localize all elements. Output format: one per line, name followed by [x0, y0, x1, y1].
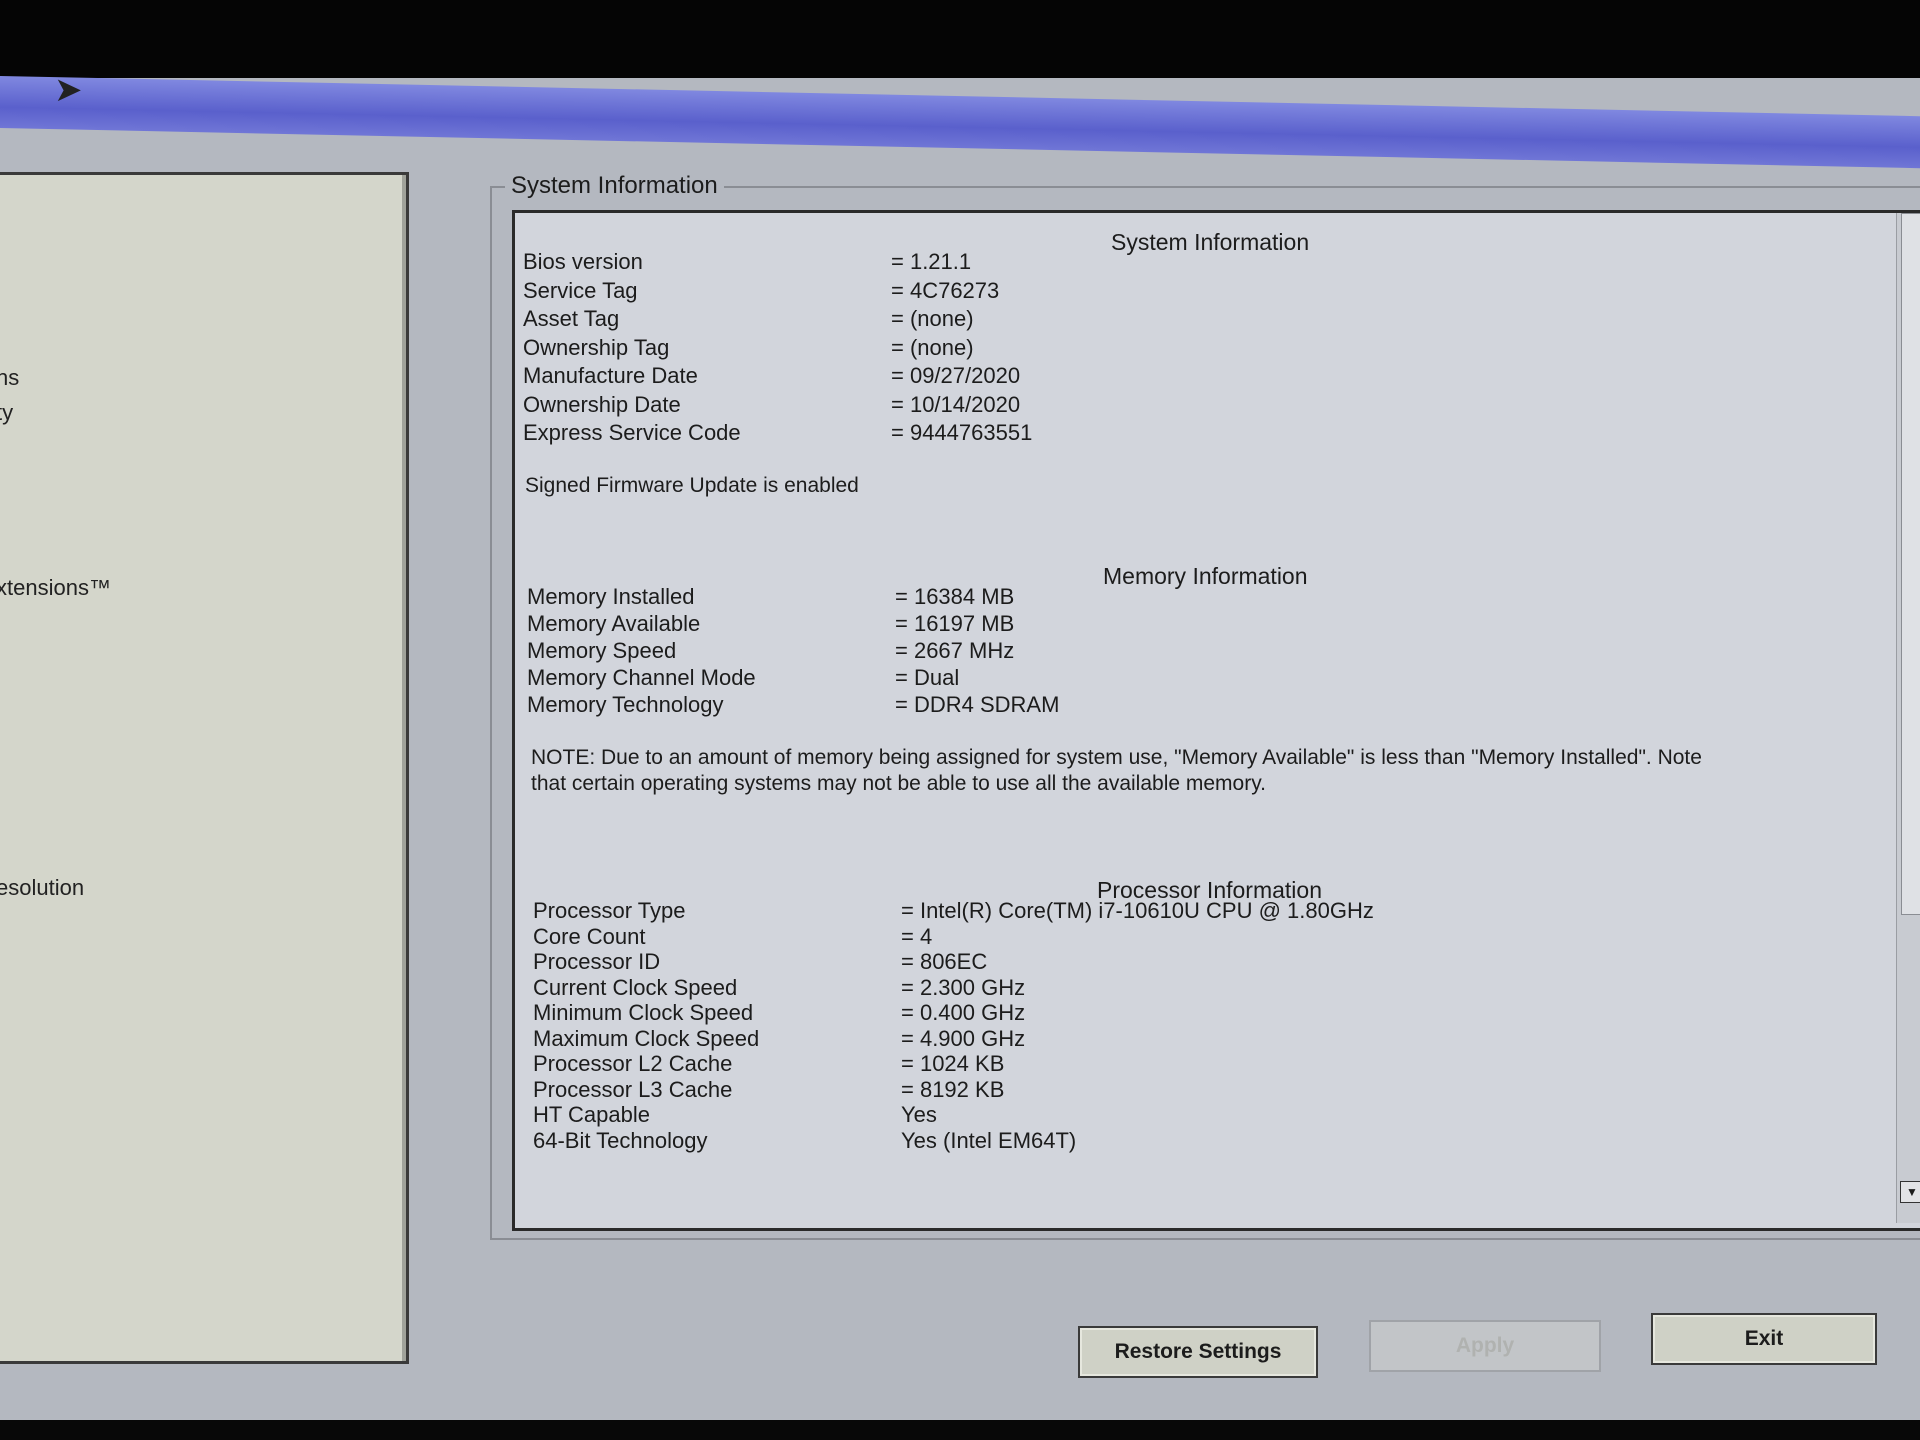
info-value: = (none): [891, 334, 974, 360]
screen-bezel: [0, 0, 1920, 78]
info-label: Service Tag: [523, 277, 638, 303]
info-value: = 16197 MB: [895, 611, 1015, 636]
mouse-pointer-icon: ➤: [54, 71, 83, 109]
info-label: Manufacture Date: [523, 363, 698, 388]
info-value: = 4C76273: [891, 277, 1000, 303]
info-label: Memory Channel Mode: [527, 665, 756, 690]
tree-item[interactable]: ns: [0, 365, 19, 391]
info-label: Ownership Tag: [523, 334, 670, 360]
info-value: Yes: [901, 1102, 937, 1127]
info-label: Express Service Code: [523, 420, 741, 445]
info-label: Ownership Date: [523, 391, 681, 417]
section-title: System Information: [1111, 229, 1310, 255]
tree-item[interactable]: esolution: [0, 875, 84, 901]
info-label: Current Clock Speed: [533, 974, 738, 1000]
info-label: Core Count: [533, 923, 646, 949]
info-label: Processor Type: [533, 898, 686, 923]
section-title: Memory Information: [1103, 563, 1308, 589]
info-value: = 1.21.1: [891, 249, 972, 274]
info-value: = 2.300 GHz: [901, 974, 1026, 1000]
screen-bezel-bottom: [0, 1420, 1920, 1440]
scrollbar[interactable]: ▼: [1896, 213, 1920, 1223]
info-label: 64-Bit Technology: [533, 1127, 708, 1153]
info-label: Processor L3 Cache: [533, 1076, 733, 1102]
info-label: Memory Available: [527, 611, 701, 636]
settings-tree-panel[interactable]: ns ty xtensions™ esolution: [0, 172, 409, 1364]
info-value: = (none): [891, 306, 974, 331]
info-value: = DDR4 SDRAM: [895, 692, 1060, 717]
title-bar: [0, 76, 1920, 169]
restore-settings-button[interactable]: Restore Settings: [1078, 1326, 1318, 1378]
info-value: = 4: [901, 923, 933, 949]
apply-button[interactable]: Apply: [1369, 1320, 1601, 1372]
info-value: = 10/14/2020: [891, 391, 1021, 417]
info-value: = Intel(R) Core(TM) i7-10610U CPU @ 1.80…: [901, 898, 1374, 923]
info-label: HT Capable: [533, 1102, 650, 1127]
information-content: System Information Bios version = 1.21.1 Se…: [515, 213, 1885, 1223]
info-value: = 0.400 GHz: [901, 1000, 1026, 1025]
information-panel: System Information Bios version = 1.21.1 Se…: [512, 210, 1920, 1231]
info-value: Yes (Intel EM64T): [901, 1127, 1077, 1153]
info-value: = 4.900 GHz: [901, 1025, 1026, 1051]
info-value: = Dual: [895, 665, 960, 690]
info-value: = 2667 MHz: [895, 638, 1015, 663]
info-label: Memory Technology: [527, 692, 724, 717]
info-label: Bios version: [523, 249, 643, 274]
group-title: System Information: [505, 172, 724, 200]
info-value: = 1024 KB: [901, 1051, 1005, 1076]
info-label: Memory Speed: [527, 638, 677, 663]
info-label: Maximum Clock Speed: [533, 1025, 760, 1051]
tree-item[interactable]: ty: [0, 400, 13, 426]
exit-button[interactable]: Exit: [1651, 1313, 1877, 1365]
info-value: = 9444763551: [891, 420, 1033, 445]
info-label: Processor ID: [533, 949, 661, 974]
info-value: = 09/27/2020: [891, 363, 1021, 388]
info-note: NOTE: Due to an amount of memory being a…: [531, 746, 1702, 795]
scrollbar-thumb[interactable]: [1901, 213, 1920, 915]
info-label: Minimum Clock Speed: [533, 1000, 754, 1025]
tree-item[interactable]: xtensions™: [0, 575, 111, 601]
info-label: Asset Tag: [523, 306, 620, 331]
info-label: Memory Installed: [527, 584, 695, 609]
info-value: = 16384 MB: [895, 584, 1015, 609]
info-value: = 806EC: [901, 949, 988, 974]
info-note: Signed Firmware Update is enabled: [525, 474, 859, 497]
chevron-down-icon[interactable]: ▼: [1900, 1181, 1920, 1203]
info-value: = 8192 KB: [901, 1076, 1005, 1102]
info-label: Processor L2 Cache: [533, 1051, 733, 1076]
